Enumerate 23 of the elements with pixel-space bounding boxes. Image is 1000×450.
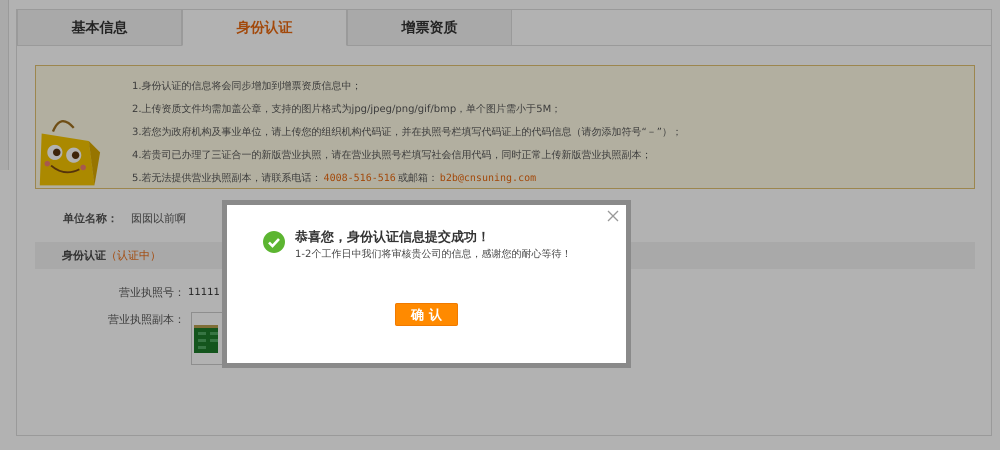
close-icon[interactable] bbox=[607, 210, 619, 222]
field-label: 单位名称： bbox=[63, 210, 119, 226]
field-label: 营业执照副本： bbox=[107, 312, 185, 327]
license-number: 11111 bbox=[188, 287, 220, 298]
notice-text: 5.若无法提供营业执照副本，请联系电话： bbox=[132, 172, 322, 186]
notice-text: 1.身份认证的信息将会同步增加到增票资质信息中； bbox=[132, 80, 363, 94]
tab[interactable]: 增票资质 bbox=[347, 10, 512, 46]
field-label: 营业执照号： bbox=[118, 285, 185, 300]
notice-text: 或邮箱： bbox=[398, 172, 438, 186]
dialog-title: 恭喜您，身份认证信息提交成功！ bbox=[295, 228, 491, 247]
section-title: 身份认证 bbox=[62, 248, 106, 263]
tab[interactable]: 基本信息 bbox=[17, 10, 182, 46]
phone-number: 4008-516-516 bbox=[324, 172, 396, 186]
confirm-button[interactable]: 确 认 bbox=[395, 303, 458, 326]
dialog-message: 1-2个工作日中我们将审核贵公司的信息，感谢您的耐心等待！ bbox=[295, 248, 572, 262]
tab[interactable]: 身份认证 bbox=[182, 10, 347, 46]
notice-text: 3.若您为政府机构及事业单位，请上传您的组织机构代码证，并在执照号栏填写代码证上的代码信息（请勿添加符号“－”）； bbox=[132, 126, 682, 140]
status-text: （认证中） bbox=[106, 248, 161, 263]
notice-text: 4.若贵司已办理了三证合一的新版营业执照，请在营业执照号栏填写社会信用代码，同时正常上传新版营业执照副本； bbox=[132, 148, 653, 163]
company-name: 囡囡以前啊 bbox=[131, 210, 186, 226]
notice-text: 2.上传资质文件均需加盖公章，支持的图片格式为jpg/jpeg/png/gif/bmp，单个图片需小于5M； bbox=[132, 102, 562, 117]
check-icon bbox=[263, 231, 285, 253]
email-link[interactable]: b2b@cnsuning.com bbox=[440, 170, 536, 187]
